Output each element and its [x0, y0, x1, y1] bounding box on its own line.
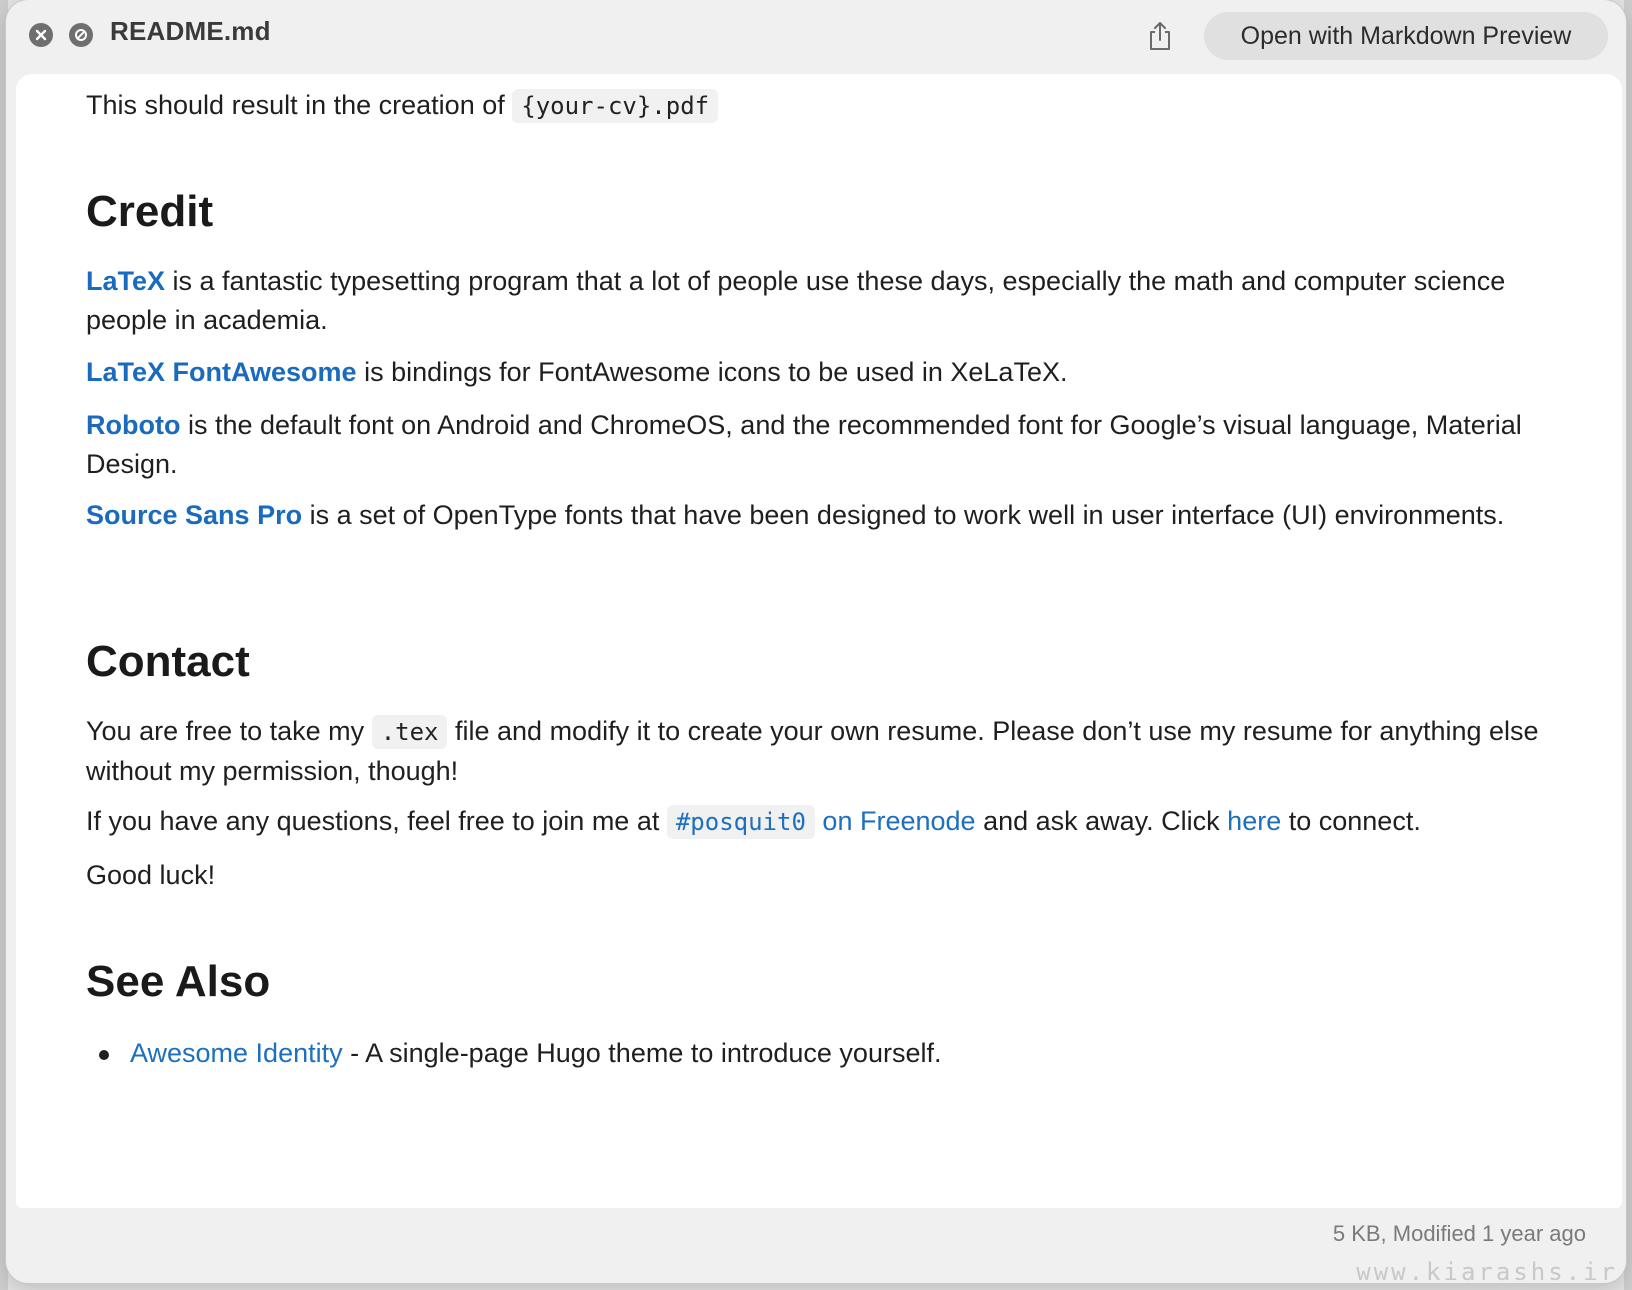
open-with-markdown-preview-button[interactable]: Open with Markdown Preview [1204, 12, 1608, 60]
credit-item-source-sans-pro: Source Sans Pro is a set of OpenType fon… [86, 496, 1556, 535]
contact-paragraph-3: Good luck! [86, 856, 1556, 895]
intro-text: This should result in the creation of [86, 90, 505, 120]
latex-link[interactable]: LaTeX [86, 266, 165, 296]
awesome-identity-link[interactable]: Awesome Identity [130, 1038, 343, 1068]
close-icon [35, 29, 47, 41]
inline-code-channel: #posquit0 [666, 805, 815, 839]
see-also-list-block: Awesome Identity - A single-page Hugo th… [86, 1034, 1556, 1073]
contact-text: and ask away. Click [983, 806, 1220, 836]
credit-item-roboto: Roboto is the default font on Android an… [86, 406, 1556, 484]
contact-text: to connect. [1288, 806, 1421, 836]
good-luck-text: Good luck! [86, 860, 216, 890]
latex-fontawesome-link[interactable]: LaTeX FontAwesome [86, 357, 357, 387]
contact-text: If you have any questions, feel free to … [86, 806, 660, 836]
here-link[interactable]: here [1227, 806, 1281, 836]
contact-text: You are free to take my [86, 716, 365, 746]
quick-look-window: README.md Open with Markdown Preview Thi… [6, 0, 1626, 1283]
credit-item-fontawesome: LaTeX FontAwesome is bindings for FontAw… [86, 353, 1556, 392]
inline-code-tex: .tex [371, 715, 448, 749]
source-sans-pro-link[interactable]: Source Sans Pro [86, 500, 302, 530]
intro-paragraph: This should result in the creation of {y… [86, 86, 1556, 126]
freenode-link-text: on Freenode [822, 806, 976, 836]
contact-heading: Contact [86, 637, 250, 686]
see-also-section: See Also [86, 956, 1556, 1008]
freenode-link[interactable]: #posquit0 on Freenode [666, 805, 976, 839]
see-also-heading: See Also [86, 957, 271, 1006]
see-also-list: Awesome Identity - A single-page Hugo th… [86, 1034, 1556, 1073]
credit-item-text: is a fantastic typesetting program that … [86, 266, 1506, 335]
bullet-icon [99, 1050, 109, 1060]
inline-code-pdf: {your-cv}.pdf [512, 89, 719, 123]
list-item: Awesome Identity - A single-page Hugo th… [86, 1034, 1556, 1073]
file-info-footer: 5 KB, Modified 1 year ago [1332, 1221, 1586, 1246]
credit-item-text: is bindings for FontAwesome icons to be … [356, 357, 1068, 387]
share-icon [1150, 22, 1170, 50]
credit-section: Credit [86, 186, 1556, 238]
contact-section: Contact [86, 636, 1556, 688]
credit-item-text: is a set of OpenType fonts that have bee… [302, 500, 1505, 530]
list-item-text: - A single-page Hugo theme to introduce … [342, 1038, 942, 1068]
credit-item-text: is the default font on Android and Chrom… [86, 410, 1522, 479]
close-button[interactable] [29, 23, 53, 47]
credit-item-latex: LaTeX is a fantastic typesetting program… [86, 262, 1556, 340]
contact-paragraph-2: If you have any questions, feel free to … [86, 802, 1556, 842]
disable-button[interactable] [69, 23, 93, 47]
watermark: www.kiarashs.ir [1356, 1258, 1618, 1286]
contact-paragraph-1: You are free to take my .tex file and mo… [86, 712, 1556, 791]
markdown-content-area: This should result in the creation of {y… [16, 74, 1622, 1208]
disable-icon [75, 29, 87, 41]
title-bar: README.md Open with Markdown Preview [6, 0, 1626, 72]
share-button[interactable] [1142, 18, 1178, 54]
window-title: README.md [110, 16, 271, 46]
credit-heading: Credit [86, 187, 214, 236]
roboto-link[interactable]: Roboto [86, 410, 180, 440]
